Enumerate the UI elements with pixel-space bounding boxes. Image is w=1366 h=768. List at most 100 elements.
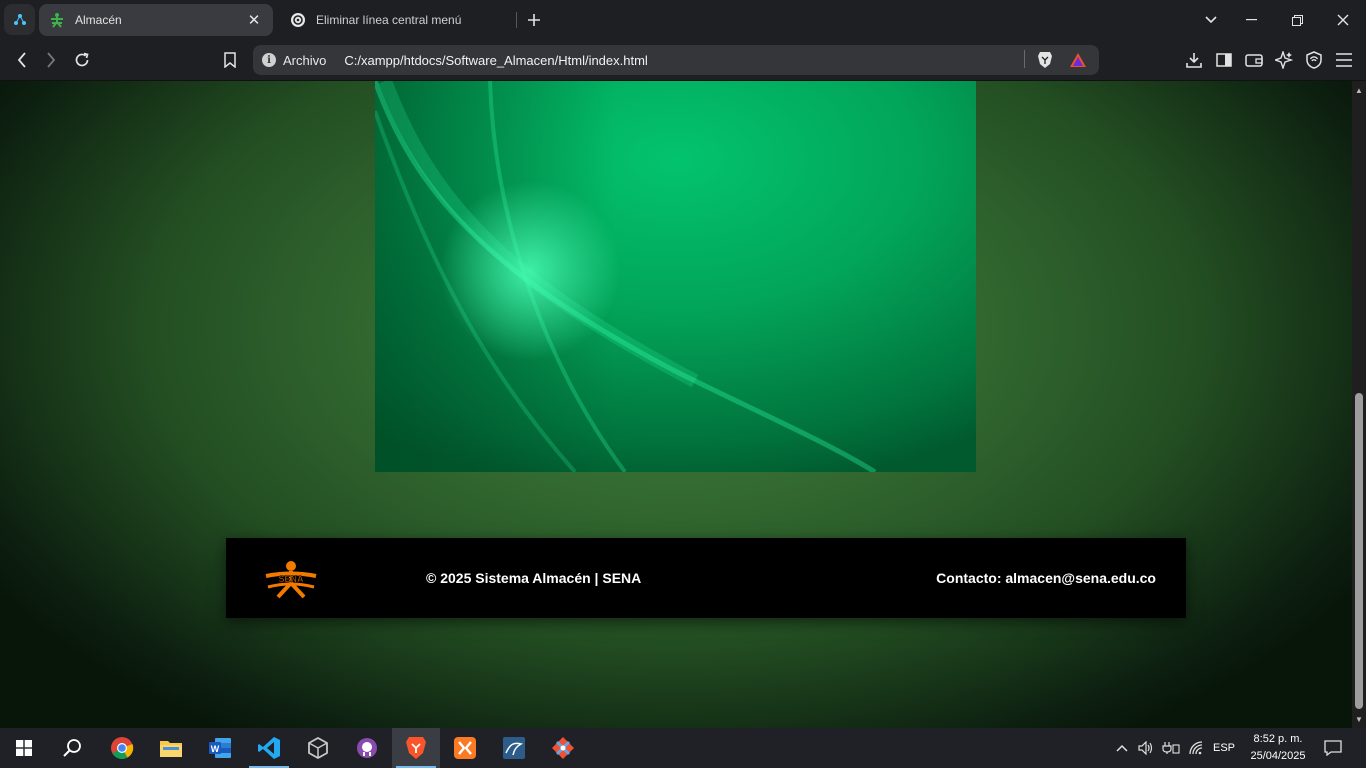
nodes-icon — [13, 13, 26, 25]
scroll-up-arrow-icon[interactable]: ▲ — [1352, 83, 1366, 97]
taskbar-git[interactable] — [539, 728, 587, 768]
restore-button[interactable] — [1275, 0, 1319, 40]
close-window-button[interactable] — [1321, 0, 1365, 40]
tray-power[interactable] — [1160, 728, 1182, 768]
arrow-left-icon — [17, 52, 26, 68]
github-desktop-icon — [357, 738, 377, 758]
sena-logo-icon: SENA — [265, 561, 317, 599]
input-language-indicator[interactable]: ESP — [1210, 728, 1238, 768]
word-icon: W — [209, 738, 231, 758]
url-text[interactable]: C:/xampp/htdocs/Software_Almacen/Html/in… — [344, 53, 647, 68]
new-tab-button[interactable] — [522, 8, 546, 32]
arrow-right-icon — [47, 52, 56, 68]
brave-lion-icon — [1038, 52, 1052, 68]
shield-icon — [1306, 51, 1322, 69]
sidebar-icon — [1216, 53, 1232, 67]
restore-icon — [1291, 14, 1303, 26]
browser-app-menu-button[interactable] — [4, 4, 35, 35]
taskbar-file-explorer[interactable] — [147, 728, 195, 768]
downloads-button[interactable] — [1182, 48, 1206, 72]
reload-button[interactable] — [70, 48, 94, 72]
search-icon — [63, 739, 81, 757]
brave-rewards-button[interactable] — [1066, 48, 1090, 72]
clock-time: 8:52 p. m. — [1253, 733, 1303, 745]
system-clock[interactable]: 8:52 p. m. 25/04/2025 — [1240, 731, 1316, 765]
tab-strip: Almacén ✕ Eliminar línea central menú — [0, 0, 1366, 40]
back-button[interactable] — [10, 48, 34, 72]
brave-shields-button[interactable] — [1033, 48, 1057, 72]
chatgpt-favicon-icon — [290, 12, 306, 28]
hero-banner-image — [375, 81, 976, 472]
tab-title: Almacén — [75, 13, 122, 27]
minimize-icon — [1245, 19, 1257, 21]
windows-taskbar: W ESP 8:52 p. m. 25/04/2025 — [0, 728, 1366, 768]
forward-button[interactable] — [39, 48, 63, 72]
main-menu-button[interactable] — [1332, 48, 1356, 72]
tray-volume[interactable] — [1136, 728, 1156, 768]
taskbar-brave[interactable] — [392, 728, 440, 768]
tray-network[interactable] — [1186, 728, 1208, 768]
tab-almacen[interactable]: Almacén ✕ — [39, 4, 273, 36]
notification-icon — [1324, 740, 1342, 756]
chevron-down-icon — [1205, 16, 1217, 24]
chrome-icon — [111, 737, 134, 759]
sparkle-icon — [1275, 51, 1293, 69]
taskbar-search-button[interactable] — [48, 728, 96, 768]
taskbar-mysql-workbench[interactable] — [490, 728, 538, 768]
taskbar-word[interactable]: W — [196, 728, 244, 768]
clock-date: 25/04/2025 — [1250, 750, 1306, 762]
speaker-icon — [1138, 741, 1153, 755]
tab-separator — [516, 12, 517, 28]
bookmark-button[interactable] — [218, 48, 242, 72]
footer-copyright: © 2025 Sistema Almacén | SENA — [426, 570, 642, 586]
brave-icon — [406, 737, 426, 759]
sidebar-button[interactable] — [1212, 48, 1236, 72]
tray-overflow-button[interactable] — [1112, 728, 1132, 768]
file-explorer-icon — [160, 741, 182, 757]
chevron-up-icon — [1116, 744, 1128, 752]
sena-logo-text: SENA — [278, 574, 304, 584]
vscode-icon — [258, 737, 280, 759]
taskbar-vscode[interactable] — [245, 728, 293, 768]
close-tab-icon[interactable]: ✕ — [245, 11, 263, 29]
vpn-button[interactable] — [1302, 48, 1326, 72]
address-bar-separator — [1024, 50, 1025, 68]
taskbar-github-desktop[interactable] — [343, 728, 391, 768]
address-bar[interactable]: i Archivo C:/xampp/htdocs/Software_Almac… — [253, 45, 1099, 75]
scheme-label: Archivo — [283, 52, 327, 68]
taskbar-chrome[interactable] — [98, 728, 146, 768]
close-icon — [1337, 14, 1349, 26]
site-footer: SENA © 2025 Sistema Almacén | SENA Conta… — [226, 538, 1186, 618]
hamburger-menu-icon — [1336, 53, 1352, 67]
svg-text:W: W — [211, 744, 220, 754]
battery-plug-icon — [1162, 742, 1180, 754]
page-viewport: SENA © 2025 Sistema Almacén | SENA Conta… — [0, 81, 1352, 728]
start-button[interactable] — [0, 728, 48, 768]
tab-eliminar-linea[interactable]: Eliminar línea central menú — [280, 4, 515, 36]
tab-search-button[interactable] — [1189, 0, 1233, 40]
leo-ai-button[interactable] — [1272, 48, 1296, 72]
git-icon — [552, 737, 574, 759]
taskbar-xampp[interactable] — [441, 728, 489, 768]
info-icon[interactable]: i — [262, 53, 276, 67]
bookmark-icon — [224, 52, 236, 68]
scroll-down-arrow-icon[interactable]: ▼ — [1352, 712, 1366, 726]
xampp-icon — [454, 737, 476, 759]
download-icon — [1186, 53, 1202, 68]
wallet-button[interactable] — [1242, 48, 1266, 72]
page-scrollbar[interactable]: ▲ ▼ — [1352, 81, 1366, 728]
notification-center-button[interactable] — [1320, 728, 1346, 768]
reload-icon — [75, 52, 89, 67]
plus-icon — [528, 14, 540, 26]
taskbar-unity[interactable] — [294, 728, 342, 768]
wifi-icon — [1189, 741, 1203, 755]
minimize-button[interactable] — [1229, 0, 1273, 40]
footer-contact[interactable]: Contacto: almacen@sena.edu.co — [936, 570, 1156, 586]
scrollbar-thumb[interactable] — [1355, 393, 1363, 709]
sena-favicon-icon — [49, 12, 65, 28]
browser-toolbar: i Archivo C:/xampp/htdocs/Software_Almac… — [0, 40, 1366, 81]
windows-start-icon — [16, 740, 32, 756]
mysql-workbench-icon — [503, 737, 525, 759]
unity-icon — [308, 737, 328, 759]
wallet-icon — [1245, 54, 1263, 67]
